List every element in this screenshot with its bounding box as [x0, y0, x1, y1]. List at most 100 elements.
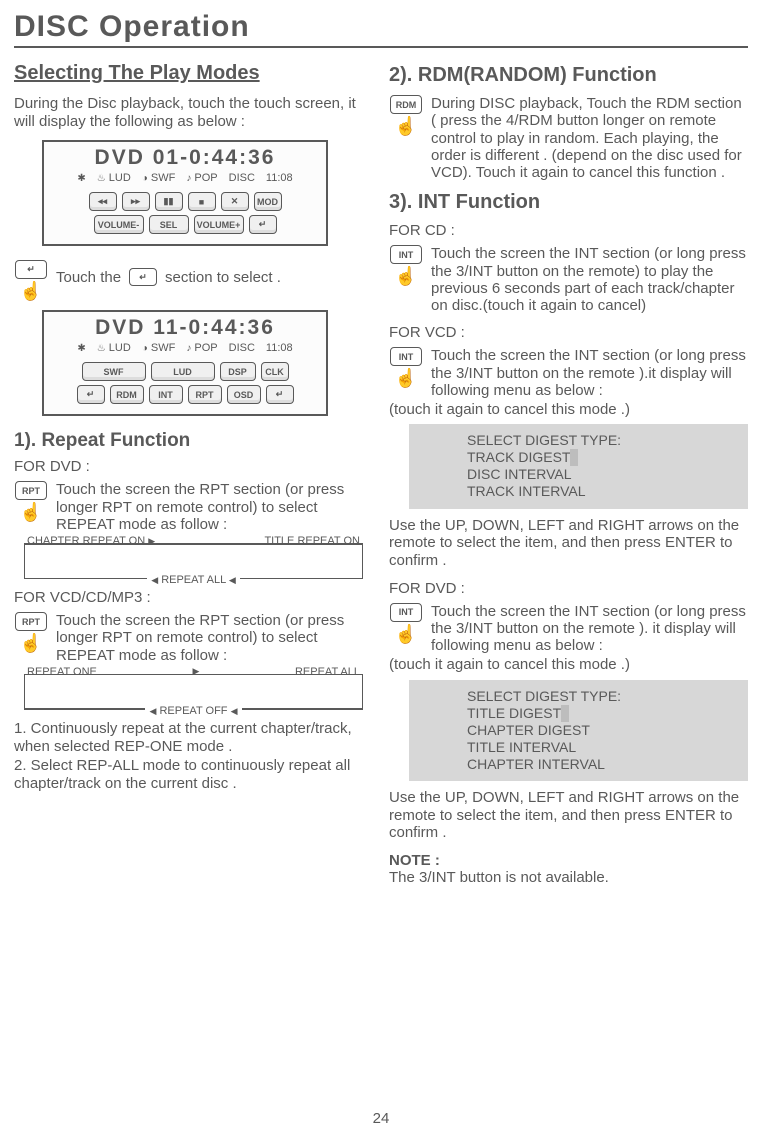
int-vcd-para: Touch the screen the INT section (or lon… — [431, 347, 748, 399]
screen1-swf: SWF — [151, 172, 175, 184]
return-mini-icon: ↵ — [15, 260, 47, 279]
swf-button[interactable]: SWF — [82, 362, 146, 381]
screen-2: DVD 11-0:44:36 ✱ ♨ LUD ◑ SWF ♪ POP DISC … — [42, 310, 328, 416]
volume-up-button[interactable]: VOLUME+ — [194, 215, 244, 234]
swf-icon: ◑ — [142, 343, 148, 354]
screen1-status: ✱ ♨ LUD ◑ SWF ♪ POP DISC 11:08 — [44, 172, 326, 184]
for-cd-label: FOR CD : — [389, 222, 748, 239]
flow2-b: REPEAT ALL — [295, 666, 360, 678]
repeat-flow-vcd: REPEAT ONE ▶ REPEAT ALL ◀ REPEAT OFF ◀ — [24, 674, 363, 710]
clk-button[interactable]: CLK — [261, 362, 289, 381]
touch-text-b: section to select . — [165, 269, 281, 286]
repeat-heading: 1). Repeat Function — [14, 430, 373, 452]
hand-icon: ☝ — [20, 503, 42, 521]
screen2-pop: POP — [194, 342, 217, 354]
selecting-para: During the Disc playback, touch the touc… — [14, 95, 373, 130]
hand-icon: ☝ — [395, 267, 417, 285]
dsp-button[interactable]: DSP — [220, 362, 256, 381]
int-mini-icon-2: INT — [390, 347, 422, 366]
for-dvd-label: FOR DVD : — [14, 458, 373, 475]
screen2-swf: SWF — [151, 342, 175, 354]
rdm-heading: 2). RDM(RANDOM) Function — [389, 64, 748, 87]
screen1-title: DVD 01-0:44:36 — [44, 146, 326, 170]
rpt-vcd-para: Touch the screen the RPT section (or pre… — [56, 612, 373, 664]
stop-button[interactable]: ■ — [188, 192, 216, 211]
volume-down-button[interactable]: VOLUME- — [94, 215, 144, 234]
note-heading: NOTE : — [389, 852, 748, 869]
rdm-para: During DISC playback, Touch the RDM sect… — [431, 95, 748, 181]
hand-icon: ☝ — [20, 634, 42, 652]
screen2-title: DVD 11-0:44:36 — [44, 316, 326, 340]
flow1-c: REPEAT ALL — [161, 574, 226, 586]
flow1-a: CHAPTER REPEAT ON ▶ — [27, 535, 155, 547]
lud-icon: ♨ — [97, 343, 106, 354]
rdm-button[interactable]: RDM — [110, 385, 144, 404]
int-cd-para: Touch the screen the INT section (or lon… — [431, 245, 748, 314]
int-mini-icon: INT — [390, 245, 422, 264]
return-button[interactable]: ↵ — [249, 215, 277, 234]
digest2-h: SELECT DIGEST TYPE: — [467, 688, 738, 705]
hand-icon: ☝ — [395, 625, 417, 643]
bluetooth-icon: ✱ — [77, 343, 85, 354]
touch-text-a: Touch the — [56, 269, 121, 286]
mod-button[interactable]: MOD — [254, 192, 282, 211]
bluetooth-icon: ✱ — [77, 173, 85, 184]
use-arrows-2: Use the UP, DOWN, LEFT and RIGHT arrows … — [389, 789, 748, 842]
left-column: Selecting The Play Modes During the Disc… — [14, 62, 373, 886]
int-heading: 3). INT Function — [389, 191, 748, 214]
rpt-mini-icon: RPT — [15, 481, 47, 500]
osd-button[interactable]: OSD — [227, 385, 261, 404]
return-inline-icon: ↵ — [129, 268, 157, 286]
mute-button[interactable]: ✕ — [221, 192, 249, 211]
return-button-2a[interactable]: ↵ — [77, 385, 105, 404]
screen2-status: ✱ ♨ LUD ◑ SWF ♪ POP DISC 11:08 — [44, 342, 326, 354]
flow2-a: REPEAT ONE — [27, 666, 97, 678]
screen-1: DVD 01-0:44:36 ✱ ♨ LUD ◑ SWF ♪ POP DISC … — [42, 140, 328, 246]
int-mini-icon-3: INT — [390, 603, 422, 622]
screen1-disc: DISC — [229, 172, 255, 184]
screen2-lud: LUD — [109, 342, 131, 354]
rdm-mini-icon: RDM — [390, 95, 422, 114]
digest1-h: SELECT DIGEST TYPE: — [467, 432, 738, 449]
repeat-flow-dvd: CHAPTER REPEAT ON ▶ TITLE REPEAT ON ◀ RE… — [24, 543, 363, 579]
digest1-a: TRACK DIGEST — [467, 449, 570, 465]
selecting-heading: Selecting The Play Modes — [14, 62, 373, 85]
rpt-button[interactable]: RPT — [188, 385, 222, 404]
sel-button[interactable]: SEL — [149, 215, 189, 234]
lud-icon: ♨ — [97, 173, 106, 184]
screen1-pop: POP — [194, 172, 217, 184]
hand-icon: ☝ — [395, 117, 417, 135]
pop-icon: ♪ — [186, 343, 191, 354]
rpt-dvd-para: Touch the screen the RPT section (or pre… — [56, 481, 373, 533]
pause-button[interactable]: ▮▮ — [155, 192, 183, 211]
screen1-lud: LUD — [109, 172, 131, 184]
flow2-c: REPEAT OFF — [159, 705, 227, 717]
rpt-mini-icon-2: RPT — [15, 612, 47, 631]
digest-box-1: SELECT DIGEST TYPE: TRACK DIGEST DISC IN… — [409, 424, 748, 508]
int-dvd-para: Touch the screen the INT section (or lon… — [431, 603, 748, 655]
digest2-b: CHAPTER DIGEST — [467, 722, 738, 739]
digest2-c: TITLE INTERVAL — [467, 739, 738, 756]
for-vcd-label: FOR VCD/CD/MP3 : — [14, 589, 373, 606]
pop-icon: ♪ — [186, 173, 191, 184]
digest2-d: CHAPTER INTERVAL — [467, 756, 738, 773]
hand-icon: ☝ — [395, 369, 417, 387]
lud-button[interactable]: LUD — [151, 362, 215, 381]
use-arrows-1: Use the UP, DOWN, LEFT and RIGHT arrows … — [389, 517, 748, 570]
cancel-note-2: (touch it again to cancel this mode .) — [389, 656, 748, 673]
int-button[interactable]: INT — [149, 385, 183, 404]
list-item-2: 2. Select REP-ALL mode to continuously r… — [14, 757, 373, 792]
hand-icon: ☝ — [20, 282, 42, 300]
swf-icon: ◑ — [142, 173, 148, 184]
screen2-disc: DISC — [229, 342, 255, 354]
digest1-c: TRACK INTERVAL — [467, 483, 738, 500]
return-button-2b[interactable]: ↵ — [266, 385, 294, 404]
cancel-note-1: (touch it again to cancel this mode .) — [389, 401, 748, 418]
touch-instruction-row: ↵ ☝ Touch the ↵ section to select . — [14, 260, 373, 300]
next-button[interactable]: ▸▸ — [122, 192, 150, 211]
prev-button[interactable]: ◂◂ — [89, 192, 117, 211]
screen1-time: 11:08 — [266, 172, 293, 184]
page-number: 24 — [0, 1110, 762, 1127]
for-dvd-label-r: FOR DVD : — [389, 580, 748, 597]
list-item-1: 1. Continuously repeat at the current ch… — [14, 720, 373, 755]
